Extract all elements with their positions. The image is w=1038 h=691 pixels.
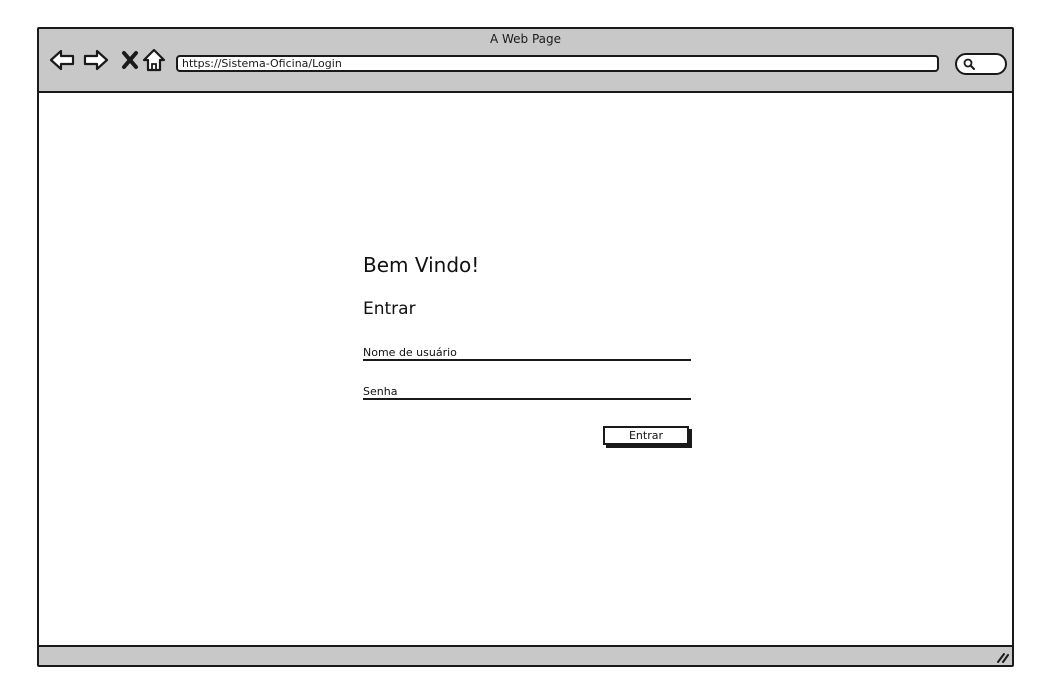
- browser-window: A Web Page https://Sistema-Oficina/Login: [37, 27, 1014, 667]
- browser-toolbar: A Web Page https://Sistema-Oficina/Login: [39, 29, 1012, 93]
- login-button[interactable]: Entrar: [603, 426, 689, 445]
- close-icon: [122, 51, 138, 69]
- username-field: [363, 341, 691, 362]
- welcome-heading: Bem Vindo!: [363, 253, 480, 277]
- search-icon: [963, 58, 975, 70]
- address-bar[interactable]: https://Sistema-Oficina/Login: [176, 55, 939, 72]
- home-icon: [142, 48, 166, 72]
- search-button[interactable]: [955, 53, 1007, 75]
- page-content: Bem Vindo! Entrar Entrar: [39, 93, 1012, 647]
- login-subheading: Entrar: [363, 299, 416, 319]
- forward-button[interactable]: [83, 47, 109, 73]
- password-input[interactable]: [363, 382, 691, 401]
- resize-grip-icon[interactable]: [995, 649, 1009, 663]
- home-button[interactable]: [141, 47, 167, 73]
- password-field: [363, 380, 691, 401]
- forward-arrow-icon: [83, 49, 109, 71]
- back-arrow-icon: [49, 49, 75, 71]
- back-button[interactable]: [49, 47, 75, 73]
- window-title: A Web Page: [489, 32, 562, 46]
- stop-button[interactable]: [117, 47, 143, 73]
- username-input[interactable]: [363, 343, 691, 362]
- status-bar: [39, 645, 1012, 665]
